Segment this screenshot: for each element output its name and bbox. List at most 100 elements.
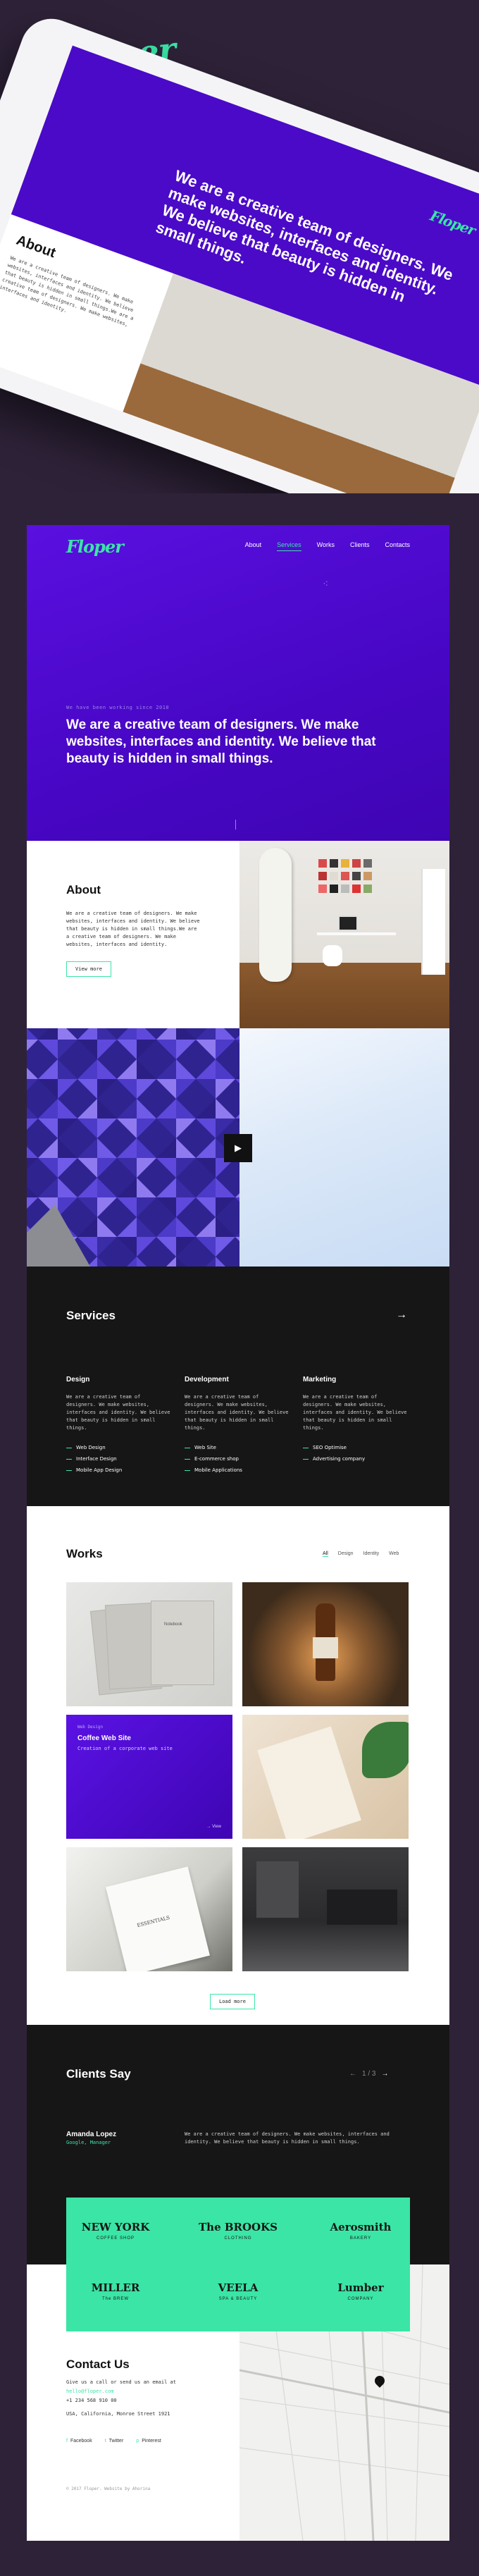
service-title: Design xyxy=(66,1376,90,1383)
pinterest-icon: p xyxy=(136,2439,139,2443)
contact-address: USA, California, Monroe Street 1921 xyxy=(66,2411,170,2417)
client-quote: We are a creative team of designers. We … xyxy=(185,2131,390,2145)
surfboard xyxy=(259,848,292,982)
service-item[interactable]: Advertising company xyxy=(303,1456,409,1462)
service-item[interactable]: Web Design xyxy=(66,1445,172,1450)
main-nav: Floper About Services Works Clients Cont… xyxy=(27,525,449,567)
work-tile-cards[interactable]: ESSENTIALS xyxy=(66,1847,232,1971)
arrow-right-icon[interactable]: → xyxy=(381,2070,388,2078)
twitter-icon: t xyxy=(104,2439,106,2443)
service-text: We are a creative team of designers. We … xyxy=(66,1394,170,1431)
client-logo: The BROOKS CLOTHING xyxy=(199,2221,278,2241)
arrow-left-icon[interactable]: ← xyxy=(349,2070,356,2078)
service-item[interactable]: E-commerce shop xyxy=(185,1456,290,1462)
hero-kicker: We have been working since 2010 xyxy=(66,705,170,710)
tablet-screen: Floper We are a creative team of designe… xyxy=(0,45,479,493)
work-tile-notebooks[interactable]: Notebook xyxy=(66,1582,232,1706)
nav-item-about[interactable]: About xyxy=(245,541,262,551)
shelf xyxy=(421,869,445,975)
works-section: Works All Design Identity Web Notebook W… xyxy=(27,1506,449,2025)
sky-photo xyxy=(240,1028,449,1267)
contact-intro: Give us a call or send us an email at xyxy=(66,2379,176,2385)
about-paragraph: We are a creative team of designers. We … xyxy=(66,911,200,947)
social-twitter[interactable]: t Twitter xyxy=(105,2439,124,2443)
nav-item-contacts[interactable]: Contacts xyxy=(385,541,410,551)
contact-details: Give us a call or send us an email at he… xyxy=(66,2379,207,2420)
filter-identity[interactable]: Identity xyxy=(363,1551,380,1557)
work-tile-coffee-web-site[interactable]: Web Design Coffee Web Site Creation of a… xyxy=(66,1715,232,1839)
client-logo: Lumber COMPANY xyxy=(337,2281,384,2301)
contact-heading: Contact Us xyxy=(66,2358,130,2371)
nav-logo[interactable]: Floper xyxy=(66,536,124,557)
load-more-button[interactable]: Load more xyxy=(210,1994,255,2009)
social-facebook[interactable]: f Facebook xyxy=(66,2439,92,2443)
client-logos: NEW YORK COFFEE SHOP The BROOKS CLOTHING A… xyxy=(66,2198,410,2331)
client-role: Google, Manager xyxy=(66,2140,111,2145)
service-item[interactable]: Mobile Applications xyxy=(185,1467,290,1473)
service-item[interactable]: Web Site xyxy=(185,1445,290,1450)
service-column-marketing: Marketing We are a creative team of desi… xyxy=(303,1376,409,1467)
about-heading: About xyxy=(66,883,101,896)
tablet-device: Floper We are a creative team of designe… xyxy=(0,10,479,493)
nav-item-services[interactable]: Services xyxy=(277,541,301,551)
work-title: Coffee Web Site xyxy=(77,1734,131,1742)
work-tile-paper[interactable] xyxy=(242,1715,409,1839)
desk xyxy=(317,932,396,935)
services-section: Services → Design We are a creative team… xyxy=(27,1267,449,1506)
gallery-section: ▶ xyxy=(27,1028,449,1267)
social-links: f Facebook t Twitter p Pinterest xyxy=(66,2439,161,2443)
contact-email[interactable]: hello@floper.com xyxy=(66,2388,207,2396)
notebook-label: Notebook xyxy=(164,1622,182,1627)
filter-web[interactable]: Web xyxy=(389,1551,399,1557)
work-tile-bottle[interactable] xyxy=(242,1582,409,1706)
bird-icon: ⁖ xyxy=(323,578,329,589)
client-logo: NEW YORK COFFEE SHOP xyxy=(81,2221,150,2241)
facet-architecture-photo xyxy=(27,1028,240,1267)
service-text: We are a creative team of designers. We … xyxy=(185,1394,289,1431)
filter-all[interactable]: All xyxy=(323,1551,328,1557)
chair xyxy=(323,945,342,966)
about-text-block: About We are a creative team of designer… xyxy=(27,841,240,1028)
service-item[interactable]: Mobile App Design xyxy=(66,1467,172,1473)
tablet-logo: Floper xyxy=(428,207,478,239)
service-title: Marketing xyxy=(303,1376,337,1383)
arrow-right-icon[interactable]: → xyxy=(396,1309,407,1321)
copyright: © 2017 Floper. Website by Ahorina xyxy=(66,2486,151,2491)
contact-phone[interactable]: +1 234 568 910 00 xyxy=(66,2397,207,2405)
clients-heading: Clients Say xyxy=(66,2067,131,2081)
studio-photo xyxy=(240,841,449,1028)
client-logo: MILLER The BREW xyxy=(91,2281,140,2301)
nav-item-works[interactable]: Works xyxy=(317,541,335,551)
client-logo: Aerosmith BAKERY xyxy=(330,2221,392,2241)
work-view-link[interactable]: → View xyxy=(206,1825,221,1829)
hero-section: ⁖ We have been working since 2010 We are… xyxy=(27,525,449,841)
play-button[interactable]: ▶ xyxy=(224,1134,252,1162)
card-label: ESSENTIALS xyxy=(136,1914,170,1929)
social-pinterest[interactable]: p Pinterest xyxy=(136,2439,161,2443)
service-title: Development xyxy=(185,1376,229,1383)
nav-links: About Services Works Clients Contacts xyxy=(245,541,410,551)
client-name: Amanda Lopez xyxy=(66,2131,117,2138)
services-heading: Services xyxy=(66,1309,116,1322)
filter-design[interactable]: Design xyxy=(338,1551,354,1557)
work-tag: Web Design xyxy=(77,1725,104,1730)
clients-pager: ← 1 / 3 → xyxy=(349,2070,388,2078)
facebook-icon: f xyxy=(66,2439,68,2443)
mood-board xyxy=(318,859,383,908)
website-frame: ⁖ We have been working since 2010 We are… xyxy=(27,525,449,2541)
tablet-mockup-section: Floper Floper We are a creative team of … xyxy=(0,0,479,493)
about-section: About We are a creative team of designer… xyxy=(27,841,449,1028)
service-column-development: Development We are a creative team of de… xyxy=(185,1376,290,1479)
view-more-button[interactable]: View more xyxy=(66,961,111,977)
hero-title: We are a creative team of designers. We … xyxy=(66,717,376,766)
service-item[interactable]: SEO Optimise xyxy=(303,1445,409,1450)
works-filters: All Design Identity Web xyxy=(323,1551,399,1557)
service-item[interactable]: Interface Design xyxy=(66,1456,172,1462)
monitor xyxy=(338,916,358,931)
scroll-indicator[interactable] xyxy=(235,820,236,830)
works-heading: Works xyxy=(66,1547,103,1560)
nav-item-clients[interactable]: Clients xyxy=(350,541,370,551)
pager-count: 1 / 3 xyxy=(362,2070,376,2078)
work-subtitle: Creation of a corporate web site xyxy=(77,1746,173,1751)
work-tile-office[interactable] xyxy=(242,1847,409,1971)
